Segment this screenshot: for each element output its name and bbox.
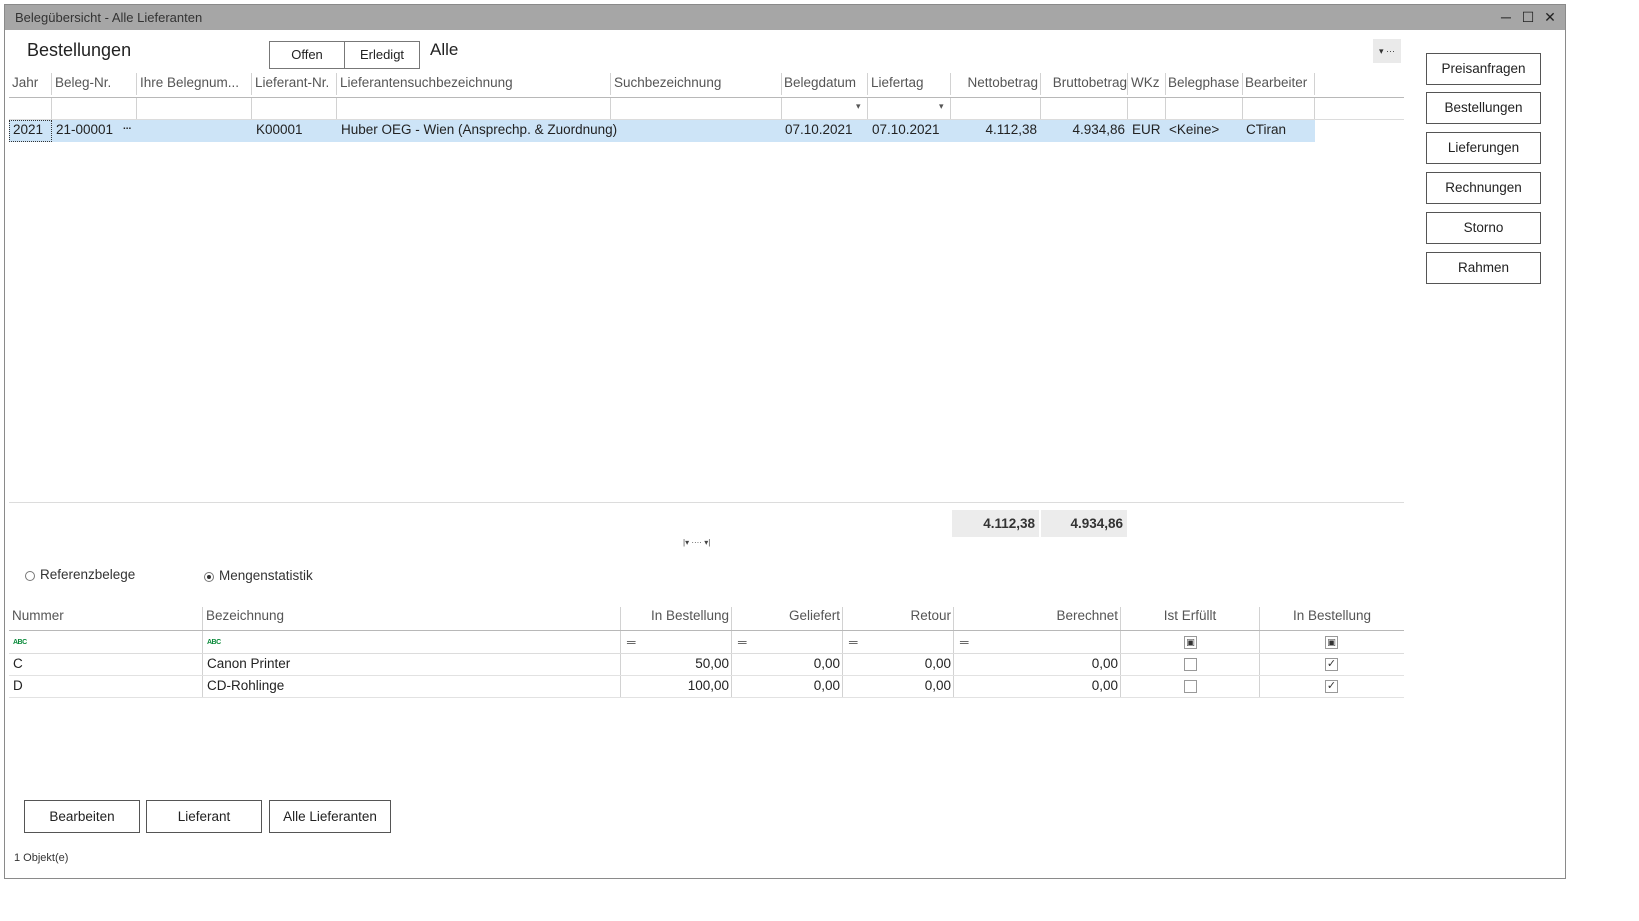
radio-mengenstatistik-label[interactable]: Mengenstatistik <box>219 568 313 583</box>
lower-row-2-bezeichnung: CD-Rohlinge <box>207 678 285 693</box>
belegdatum-filter-dropdown-icon[interactable]: ▾ <box>856 101 861 112</box>
col-header-beleg-nr[interactable]: Beleg-Nr. <box>55 75 135 90</box>
col-header-belegdatum[interactable]: Belegdatum <box>784 75 866 90</box>
row-ellipsis-button[interactable]: ... <box>123 121 131 132</box>
lower-row-2-in-bestellung-checkbox[interactable]: ✓ <box>1325 680 1338 693</box>
radio-mengenstatistik[interactable] <box>204 572 214 582</box>
col-header-wkz[interactable]: WKz <box>1131 75 1167 90</box>
row-bruttobetrag: 4.934,86 <box>1072 122 1125 137</box>
row-jahr: 2021 <box>13 122 44 137</box>
lower-row-1-retour: 0,00 <box>924 656 951 671</box>
filter-erledigt-button[interactable]: Erledigt <box>344 41 420 69</box>
in-bestellung-filter-checkbox[interactable]: ▣ <box>1325 636 1338 649</box>
row-liefertag: 07.10.2021 <box>872 122 940 137</box>
nummer-filter-abc-icon[interactable]: ABC <box>13 639 27 646</box>
lower-row-2-nummer: D <box>13 678 23 693</box>
column-menu-button[interactable]: ▾ ··· <box>1373 39 1401 63</box>
row-belegdatum: 07.10.2021 <box>785 122 853 137</box>
bestellungen-button[interactable]: Bestellungen <box>1426 92 1541 124</box>
col-header-lieferantensuchbezeichnung[interactable]: Lieferantensuchbezeichnung <box>340 75 610 90</box>
lower-col-header-retour[interactable]: Retour <box>844 608 951 623</box>
lower-row-2-berechnet: 0,00 <box>1091 678 1118 693</box>
lower-row-1-geliefert: 0,00 <box>813 656 840 671</box>
col-header-suchbezeichnung[interactable]: Suchbezeichnung <box>614 75 784 90</box>
lower-row-1-nummer: C <box>13 656 23 671</box>
lower-col-header-geliefert[interactable]: Geliefert <box>733 608 840 623</box>
row-bearbeiter: CTiran <box>1246 122 1287 137</box>
lower-col-header-in-bestellung-flag[interactable]: In Bestellung <box>1261 608 1403 623</box>
storno-button[interactable]: Storno <box>1426 212 1541 244</box>
lower-row-1-berechnet: 0,00 <box>1091 656 1118 671</box>
lower-col-header-nummer[interactable]: Nummer <box>12 608 202 623</box>
lieferungen-button[interactable]: Lieferungen <box>1426 132 1541 164</box>
rahmen-button[interactable]: Rahmen <box>1426 252 1541 284</box>
lower-row-2-retour: 0,00 <box>924 678 951 693</box>
title-bar: Belegübersicht - Alle Lieferanten ─ ☐ ✕ <box>5 5 1565 30</box>
alle-lieferanten-button[interactable]: Alle Lieferanten <box>269 800 391 833</box>
row-wkz: EUR <box>1132 122 1161 137</box>
geliefert-filter-equals-icon[interactable]: ═ <box>738 635 747 649</box>
row-lieferant-nr: K00001 <box>256 122 303 137</box>
lower-row-2-in-bestellung: 100,00 <box>687 678 729 693</box>
col-header-belegphase[interactable]: Belegphase <box>1168 75 1244 90</box>
lower-col-header-berechnet[interactable]: Berechnet <box>955 608 1118 623</box>
lower-row-1-ist-erfuellt-checkbox[interactable] <box>1184 658 1197 671</box>
row-nettobetrag: 4.112,38 <box>985 122 1037 137</box>
radio-referenzbelege-label[interactable]: Referenzbelege <box>40 567 135 582</box>
lower-row-2-geliefert: 0,00 <box>813 678 840 693</box>
col-header-ihre-belegnummer[interactable]: Ihre Belegnum... <box>140 75 252 90</box>
lower-col-header-in-bestellung[interactable]: In Bestellung <box>622 608 729 623</box>
lieferant-button[interactable]: Lieferant <box>146 800 262 833</box>
main-window: Belegübersicht - Alle Lieferanten ─ ☐ ✕ … <box>4 4 1566 879</box>
col-header-bruttobetrag[interactable]: Bruttobetrag <box>1041 75 1127 90</box>
col-header-nettobetrag[interactable]: Nettobetrag <box>951 75 1038 90</box>
filter-alle-button[interactable]: Alle <box>430 40 458 60</box>
window-title: Belegübersicht - Alle Lieferanten <box>15 10 203 25</box>
col-header-jahr[interactable]: Jahr <box>12 75 52 90</box>
minimize-icon[interactable]: ─ <box>1497 9 1515 25</box>
row-beleg-nr: 21-00001 <box>56 122 114 137</box>
close-icon[interactable]: ✕ <box>1541 9 1559 25</box>
total-nettobetrag: 4.112,38 <box>952 510 1039 537</box>
row-belegphase: <Keine> <box>1169 122 1220 137</box>
ist-erfuellt-filter-checkbox[interactable]: ▣ <box>1184 636 1197 649</box>
lower-row-1-in-bestellung-checkbox[interactable]: ✓ <box>1325 658 1338 671</box>
lower-col-header-bezeichnung[interactable]: Bezeichnung <box>206 608 616 623</box>
lower-row-1-in-bestellung: 50,00 <box>695 656 729 671</box>
lower-row-1-bezeichnung: Canon Printer <box>207 656 291 671</box>
bearbeiten-button[interactable]: Bearbeiten <box>24 800 140 833</box>
filter-offen-button[interactable]: Offen <box>269 41 345 69</box>
col-header-liefertag[interactable]: Liefertag <box>871 75 951 90</box>
total-bruttobetrag: 4.934,86 <box>1041 510 1127 537</box>
status-count: 1 Objekt(e) <box>14 852 69 864</box>
col-header-bearbeiter[interactable]: Bearbeiter <box>1245 75 1315 90</box>
radio-referenzbelege[interactable] <box>25 571 35 581</box>
maximize-icon[interactable]: ☐ <box>1519 9 1537 25</box>
bezeichnung-filter-abc-icon[interactable]: ABC <box>207 639 221 646</box>
col-header-lieferant-nr[interactable]: Lieferant-Nr. <box>255 75 337 90</box>
in-bestellung-filter-equals-icon[interactable]: ═ <box>627 635 636 649</box>
liefertag-filter-dropdown-icon[interactable]: ▾ <box>939 101 944 112</box>
retour-filter-equals-icon[interactable]: ═ <box>849 635 858 649</box>
lower-row-2-ist-erfuellt-checkbox[interactable] <box>1184 680 1197 693</box>
row-lieferantensuchbezeichnung: Huber OEG - Wien (Ansprechp. & Zuordnung… <box>341 122 618 137</box>
lower-col-header-ist-erfuellt[interactable]: Ist Erfüllt <box>1121 608 1259 623</box>
page-title: Bestellungen <box>27 40 132 60</box>
rechnungen-button[interactable]: Rechnungen <box>1426 172 1541 204</box>
berechnet-filter-equals-icon[interactable]: ═ <box>960 635 969 649</box>
splitter-handle[interactable]: |▾ ···· ▾| <box>683 538 710 547</box>
preisanfragen-button[interactable]: Preisanfragen <box>1426 53 1541 85</box>
